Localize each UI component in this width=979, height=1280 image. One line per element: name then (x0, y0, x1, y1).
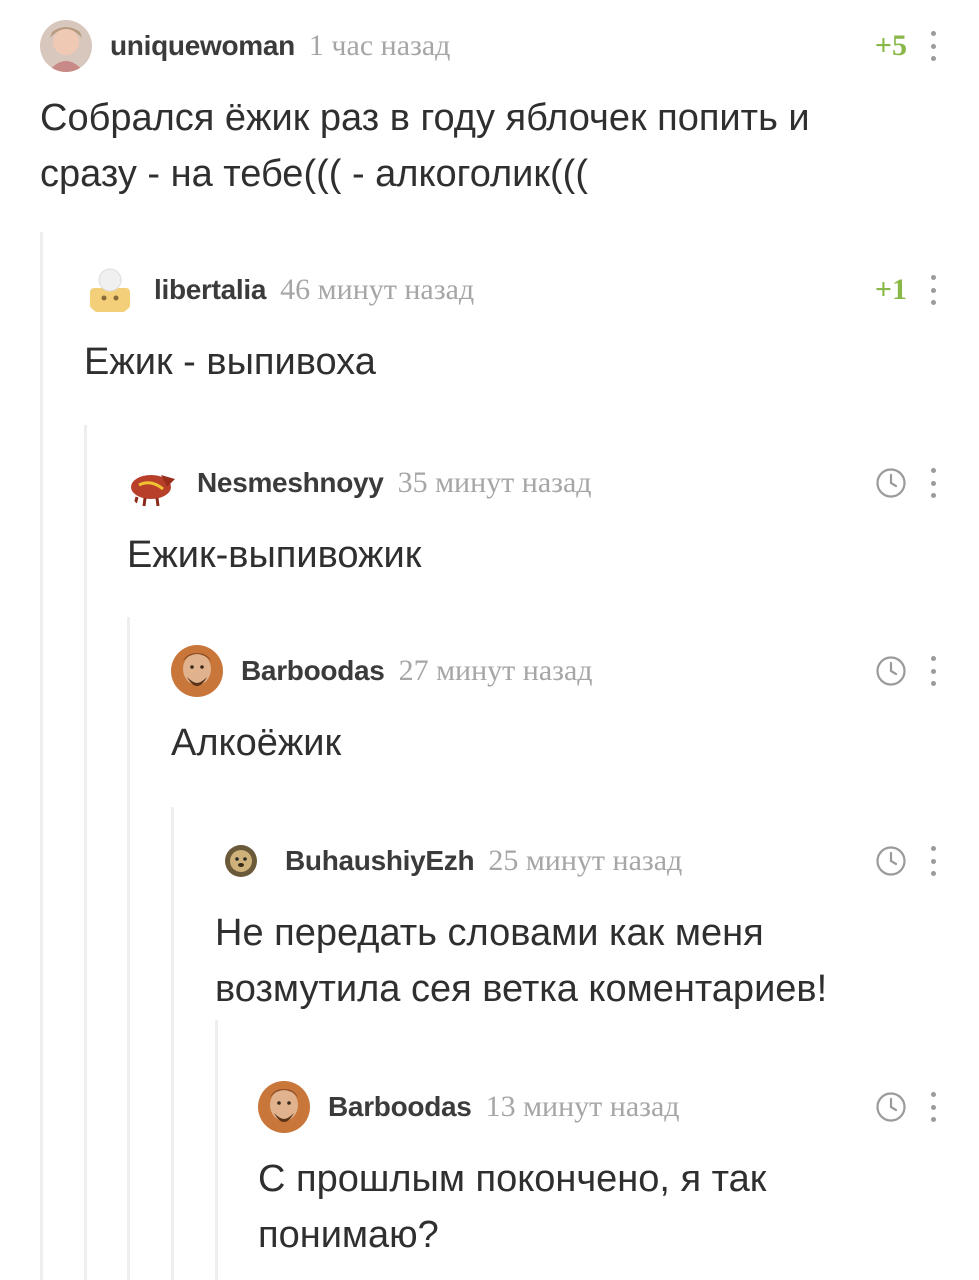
thread-line-1 (40, 232, 43, 1280)
author-name[interactable]: Nesmeshnoyy (197, 467, 384, 499)
avatar[interactable] (40, 20, 92, 72)
avatar[interactable] (258, 1081, 310, 1133)
clock-icon[interactable] (875, 1091, 907, 1123)
author-name[interactable]: Barboodas (241, 655, 385, 687)
comment-header: Nesmeshnoyy 35 минут назад (127, 455, 939, 511)
comment-text: Не передать словами как меня возмутила с… (215, 905, 939, 1017)
clock-icon[interactable] (875, 467, 907, 499)
thread-line-3 (127, 617, 130, 1280)
comment-header: Barboodas 13 минут назад (258, 1079, 939, 1135)
comment-header: BuhaushiyEzh 25 минут назад (215, 833, 939, 889)
comment-header: Barboodas 27 минут назад (171, 643, 939, 699)
comment-text: Ежик-выпивожик (127, 527, 939, 583)
comment-text-line: возмутила сея ветка коментариев! (215, 968, 828, 1010)
thread-line-5 (215, 1020, 218, 1280)
comment: BuhaushiyEzh 25 минут назад Не передать … (215, 833, 939, 1017)
author-name[interactable]: libertalia (154, 274, 266, 306)
comment-time[interactable]: 1 час назад (309, 29, 451, 63)
comment: libertalia 46 минут назад +1 Ежик - выпи… (84, 262, 939, 390)
comment-text-line: Алкоёжик (171, 722, 342, 764)
avatar[interactable] (215, 835, 267, 887)
more-vertical-icon[interactable] (927, 468, 939, 498)
comment: Barboodas 27 минут назад Алкоёжик (171, 643, 939, 771)
comment-text: Собрался ёжик раз в году яблочек попить … (40, 90, 939, 202)
avatar[interactable] (127, 457, 179, 509)
clock-icon[interactable] (875, 655, 907, 687)
comment: uniquewoman 1 час назад +5 Собрался ёжик… (40, 18, 939, 202)
avatar[interactable] (171, 645, 223, 697)
avatar[interactable] (84, 264, 136, 316)
comment-time[interactable]: 35 минут назад (398, 466, 592, 500)
comment-header: libertalia 46 минут назад +1 (84, 262, 939, 318)
more-vertical-icon[interactable] (927, 275, 939, 305)
comment-time[interactable]: 46 минут назад (280, 273, 474, 307)
comment-text-line: Ежик-выпивожик (127, 534, 422, 576)
comment-text: Ежик - выпивоха (84, 334, 939, 390)
rating[interactable]: +1 (875, 273, 907, 307)
comment-text-line: Ежик - выпивоха (84, 341, 376, 383)
clock-icon[interactable] (875, 845, 907, 877)
comment-text: Алкоёжик (171, 715, 939, 771)
author-name[interactable]: Barboodas (328, 1091, 472, 1123)
author-name[interactable]: BuhaushiyEzh (285, 845, 475, 877)
more-vertical-icon[interactable] (927, 1092, 939, 1122)
comment-header: uniquewoman 1 час назад +5 (40, 18, 939, 74)
more-vertical-icon[interactable] (927, 656, 939, 686)
thread-line-2 (84, 425, 87, 1280)
comment-text: С прошлым покончено, я так понимаю? (258, 1151, 939, 1263)
comment: Barboodas 13 минут назад С прошлым покон… (258, 1079, 939, 1263)
comment-time[interactable]: 25 минут назад (488, 844, 682, 878)
rating[interactable]: +5 (875, 29, 907, 63)
comment-text-line: Не передать словами как меня (215, 912, 764, 954)
comment-text-line: сразу - на тебе((( - алкоголик((( (40, 153, 588, 195)
more-vertical-icon[interactable] (927, 31, 939, 61)
thread-line-4 (171, 807, 174, 1280)
comment: Nesmeshnoyy 35 минут назад Ежик-выпивожи… (127, 455, 939, 583)
comment-text-line: понимаю? (258, 1214, 439, 1256)
comment-time[interactable]: 13 минут назад (486, 1090, 680, 1124)
comment-text-line: Собрался ёжик раз в году яблочек попить … (40, 97, 810, 139)
author-name[interactable]: uniquewoman (110, 30, 295, 62)
more-vertical-icon[interactable] (927, 846, 939, 876)
comment-text-line: С прошлым покончено, я так (258, 1158, 767, 1200)
comment-time[interactable]: 27 минут назад (399, 654, 593, 688)
